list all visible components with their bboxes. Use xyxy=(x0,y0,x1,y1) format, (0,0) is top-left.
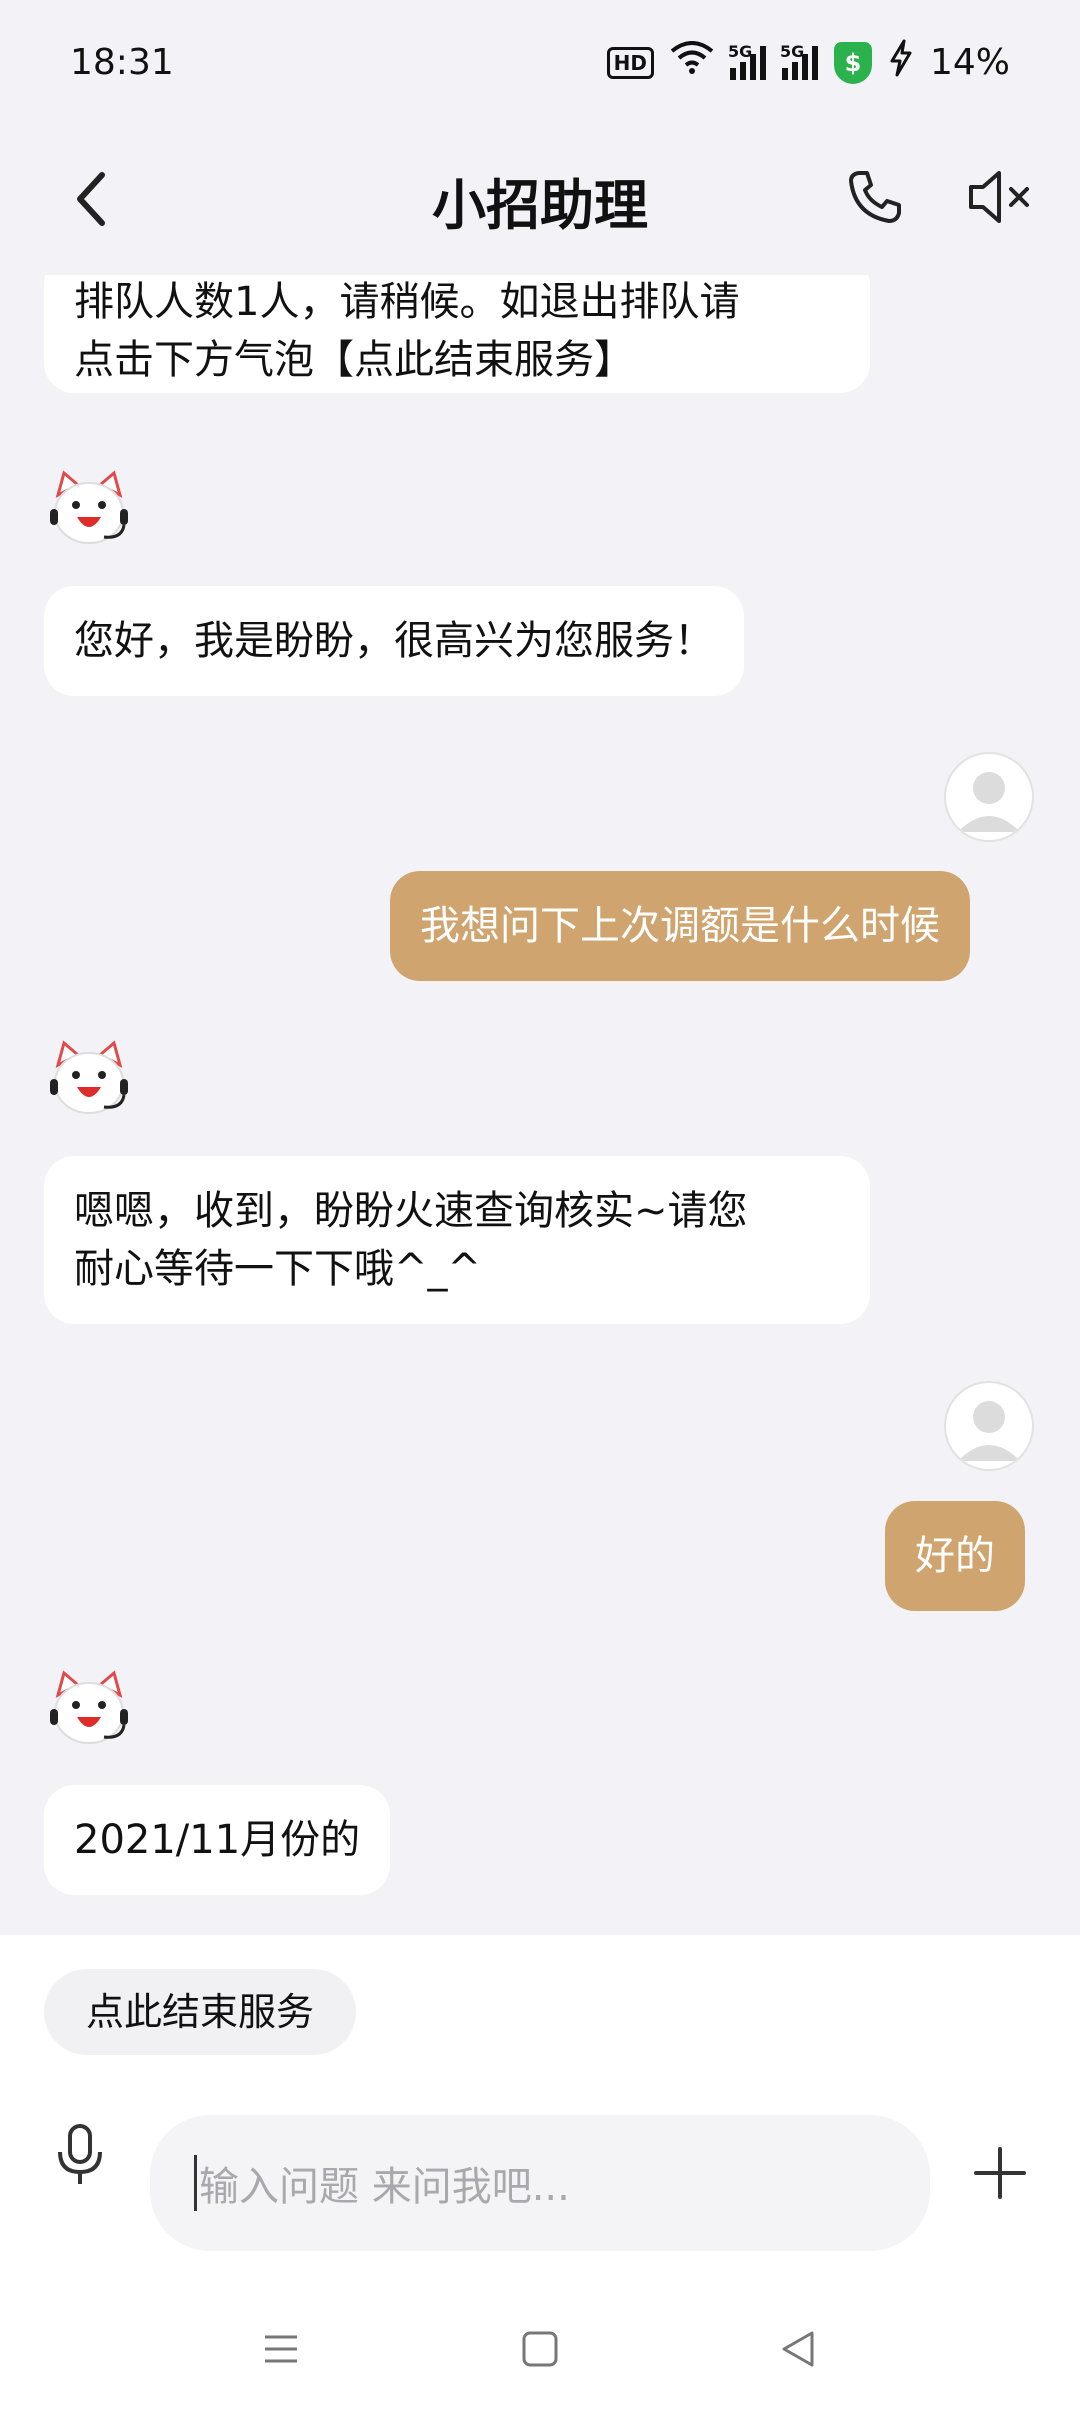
signal-icon: 5G xyxy=(780,42,818,80)
person-placeholder-icon xyxy=(958,1401,1020,1461)
status-time: 18:31 xyxy=(70,42,174,83)
cat-mascot-icon xyxy=(50,1670,128,1744)
menu-nav-button[interactable] xyxy=(251,2321,311,2381)
phone-icon xyxy=(845,167,905,231)
call-button[interactable] xyxy=(835,159,915,239)
wifi-icon xyxy=(670,41,714,84)
message-input[interactable]: 输入问题 来问我吧... xyxy=(150,2115,930,2251)
speaker-mute-icon xyxy=(965,167,1035,231)
user-avatar xyxy=(944,752,1034,842)
back-nav-button[interactable] xyxy=(768,2321,828,2381)
bot-message: 您好，我是盼盼，很高兴为您服务！ xyxy=(44,586,744,696)
bot-message: 嗯嗯，收到，盼盼火速查询核实~请您 耐心等待一下下哦^_^ xyxy=(44,1156,870,1324)
end-service-chip[interactable]: 点此结束服务 xyxy=(44,1969,357,2055)
cat-mascot-icon xyxy=(50,1040,128,1114)
plus-icon xyxy=(972,2145,1028,2205)
user-message: 我想问下上次调额是什么时候 xyxy=(390,871,970,981)
chat-message-list[interactable]: 排队人数1人，请稍候。如退出排队请 点击下方气泡【点此结束服务】 您好，我是盼盼… xyxy=(0,275,1080,1935)
home-square-icon xyxy=(518,2327,562,2375)
battery-level: 14% xyxy=(929,42,1010,83)
text-caret xyxy=(194,2155,197,2211)
voice-input-button[interactable] xyxy=(40,2112,120,2202)
person-placeholder-icon xyxy=(958,772,1020,832)
status-bar: 18:31 HD 5G 5G $ 14% xyxy=(0,0,1080,125)
cat-mascot-icon xyxy=(50,470,128,544)
microphone-icon xyxy=(53,2122,107,2192)
back-triangle-icon xyxy=(776,2327,820,2375)
menu-lines-icon xyxy=(259,2327,303,2375)
signal-icon: 5G xyxy=(728,42,766,80)
status-icons: HD 5G 5G $ 14% xyxy=(606,39,1010,86)
mute-toggle-button[interactable] xyxy=(960,159,1040,239)
bot-avatar xyxy=(44,1665,134,1755)
header-bar: 小招助理 xyxy=(0,125,1080,275)
back-button[interactable] xyxy=(52,161,132,241)
security-shield-icon: $ xyxy=(833,41,872,84)
bot-avatar xyxy=(44,1035,134,1125)
home-nav-button[interactable] xyxy=(510,2321,570,2381)
bot-avatar xyxy=(44,465,134,555)
user-avatar xyxy=(944,1381,1034,1471)
hd-badge: HD xyxy=(606,46,654,79)
bot-message: 排队人数1人，请稍候。如退出排队请 点击下方气泡【点此结束服务】 xyxy=(44,275,870,393)
user-message: 好的 xyxy=(885,1501,1025,1611)
system-navigation-bar xyxy=(0,2290,1080,2412)
back-icon xyxy=(72,169,112,233)
charging-bolt-icon xyxy=(888,39,914,86)
more-options-button[interactable] xyxy=(960,2115,1040,2235)
page-title: 小招助理 xyxy=(432,173,648,237)
message-input-placeholder: 输入问题 来问我吧... xyxy=(199,2164,570,2210)
bot-message: 2021/11月份的 xyxy=(44,1785,391,1895)
